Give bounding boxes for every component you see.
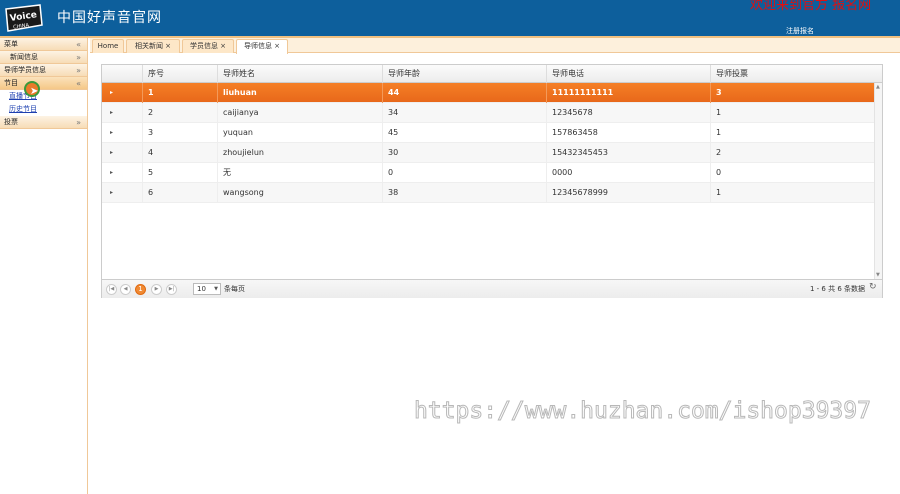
cell-phone: 157863458 [546, 123, 710, 143]
cell-votes: 2 [710, 143, 874, 163]
sidebar-item-vote[interactable]: 投票 » [0, 116, 87, 129]
cell-id: 6 [142, 183, 217, 203]
cell-phone: 11111111111 [546, 83, 710, 103]
table-row[interactable]: ▸ 3 yuquan 45 157863458 1 [102, 123, 874, 143]
tab-label: 学员信息 × [189, 42, 227, 50]
table-row[interactable]: ▸ 2 caijianya 34 12345678 1 [102, 103, 874, 123]
cell-votes: 1 [710, 103, 874, 123]
last-page-icon[interactable]: ▶| [166, 284, 177, 295]
collapse-left-icon[interactable]: « [76, 38, 81, 51]
sidebar-menu-header[interactable]: 菜单 « [0, 38, 87, 51]
sidebar-subitem-history[interactable]: 历史节目 [0, 103, 87, 116]
mentor-grid: 序号 导师姓名 导师年龄 导师电话 导师投票 ▸ 1 liuhuan 44 111111… [101, 64, 883, 298]
svg-text:CHINA: CHINA [13, 22, 30, 30]
cell-name: zhoujielun [217, 143, 382, 163]
grid-header: 序号 导师姓名 导师年龄 导师电话 导师投票 [102, 65, 882, 83]
chevron-up-icon[interactable]: « [76, 77, 81, 90]
cell-name: liuhuan [217, 83, 382, 103]
tab-students[interactable]: 学员信息 × [182, 39, 234, 53]
sidebar-item-label: 新闻信息 [10, 53, 38, 61]
tab-label: Home [97, 42, 119, 50]
page-size-select[interactable]: 10 ▼ [193, 283, 221, 295]
scroll-down-icon[interactable]: ▼ [876, 272, 880, 278]
cell-phone: 0000 [546, 163, 710, 183]
cell-age: 30 [382, 143, 546, 163]
table-row[interactable]: ▸ 1 liuhuan 44 11111111111 3 [102, 83, 874, 103]
table-row[interactable]: ▸ 4 zhoujielun 30 15432345453 2 [102, 143, 874, 163]
column-header-id[interactable]: 序号 [142, 65, 217, 83]
sidebar: 菜单 « 新闻信息 » 导师学员信息 » 节目 « 直播节目 历史节目 投票 »… [0, 38, 88, 494]
cell-name: yuquan [217, 123, 382, 143]
sidebar-item-label: 投票 [4, 118, 18, 126]
cell-id: 5 [142, 163, 217, 183]
pagination-bar: |◀ ◀ 1 ▶ ▶| 10 ▼ 条每页 1 - 6 共 6 条数据 ↻ [102, 279, 882, 298]
row-expander-icon[interactable]: ▸ [110, 83, 113, 103]
row-expander-icon[interactable]: ▸ [110, 143, 113, 163]
tab-bar: Home 相关新闻 × 学员信息 × 导师信息 × [90, 38, 900, 54]
cell-votes: 0 [710, 163, 874, 183]
page-size-label: 条每页 [224, 285, 245, 293]
cell-age: 0 [382, 163, 546, 183]
column-header-phone[interactable]: 导师电话 [546, 65, 710, 83]
prev-page-icon[interactable]: ◀ [120, 284, 131, 295]
cell-name: caijianya [217, 103, 382, 123]
cell-age: 34 [382, 103, 546, 123]
tab-home[interactable]: Home [92, 39, 124, 53]
vertical-scrollbar[interactable]: ▲ ▼ [874, 83, 882, 279]
cell-phone: 12345678 [546, 103, 710, 123]
cell-votes: 1 [710, 183, 874, 203]
site-title: 中国好声音官网 [57, 10, 162, 26]
column-header-age[interactable]: 导师年龄 [382, 65, 546, 83]
cell-id: 3 [142, 123, 217, 143]
row-expander-icon[interactable]: ▸ [110, 183, 113, 203]
sidebar-item-programs[interactable]: 节目 « [0, 77, 87, 90]
tab-label: 相关新闻 × [134, 42, 172, 50]
chevron-down-icon[interactable]: » [76, 116, 81, 129]
table-row[interactable]: ▸ 6 wangsong 38 12345678999 1 [102, 183, 874, 203]
dropdown-arrow-icon[interactable]: ▼ [214, 284, 218, 295]
page-number-current[interactable]: 1 [135, 284, 146, 295]
promo-text: 欢迎来到官方 报名网 [750, 0, 872, 13]
page-size-value: 10 [197, 285, 206, 293]
first-page-icon[interactable]: |◀ [106, 284, 117, 295]
row-expander-icon[interactable]: ▸ [110, 103, 113, 123]
cell-age: 45 [382, 123, 546, 143]
tab-mentors[interactable]: 导师信息 × [236, 39, 288, 54]
cell-age: 38 [382, 183, 546, 203]
chevron-down-icon[interactable]: » [76, 64, 81, 77]
sidebar-menu-label: 菜单 [4, 40, 18, 48]
cell-id: 1 [142, 83, 217, 103]
column-header-votes[interactable]: 导师投票 [710, 65, 874, 83]
tab-news[interactable]: 相关新闻 × [126, 39, 180, 53]
row-expander-icon[interactable]: ▸ [110, 163, 113, 183]
next-page-icon[interactable]: ▶ [151, 284, 162, 295]
refresh-icon[interactable]: ↻ [869, 282, 877, 292]
app-header: Voice CHINA 中国好声音官网 欢迎来到官方 报名网 注册报名 [0, 0, 900, 36]
sidebar-item-label: 节目 [4, 79, 18, 87]
sidebar-item-label: 导师学员信息 [4, 66, 46, 74]
cell-name: 无 [217, 163, 382, 183]
cell-phone: 12345678999 [546, 183, 710, 203]
watermark-text: https://www.huzhan.com/ishop39397 [414, 398, 872, 425]
cell-age: 44 [382, 83, 546, 103]
cell-votes: 3 [710, 83, 874, 103]
sidebar-subitem-live[interactable]: 直播节目 [0, 90, 87, 103]
cell-id: 4 [142, 143, 217, 163]
tab-label: 导师信息 × [243, 42, 281, 50]
the-voice-logo[interactable]: Voice CHINA [4, 3, 44, 33]
column-header-name[interactable]: 导师姓名 [217, 65, 382, 83]
pagination-info: 1 - 6 共 6 条数据 [810, 285, 866, 293]
sidebar-item-mentors[interactable]: 导师学员信息 » [0, 64, 87, 77]
scroll-up-icon[interactable]: ▲ [876, 84, 880, 90]
cell-votes: 1 [710, 123, 874, 143]
chevron-down-icon[interactable]: » [76, 51, 81, 64]
table-row[interactable]: ▸ 5 无 0 0000 0 [102, 163, 874, 183]
cell-phone: 15432345453 [546, 143, 710, 163]
cell-id: 2 [142, 103, 217, 123]
cell-name: wangsong [217, 183, 382, 203]
row-expander-icon[interactable]: ▸ [110, 123, 113, 143]
register-link[interactable]: 注册报名 [786, 26, 814, 36]
mouse-pointer-icon: ➤ [30, 86, 39, 97]
sidebar-item-news[interactable]: 新闻信息 » [0, 51, 87, 64]
